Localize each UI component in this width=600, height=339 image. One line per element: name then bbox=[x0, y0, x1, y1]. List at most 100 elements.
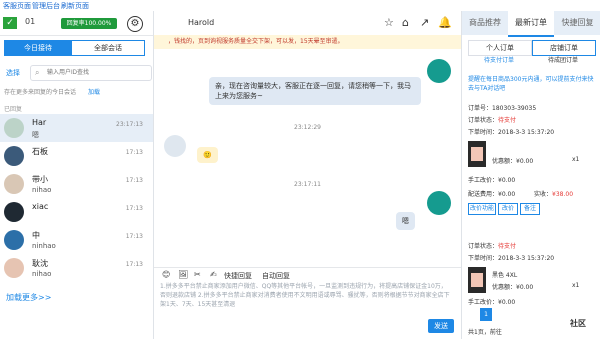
page-button[interactable]: 1 bbox=[480, 308, 492, 321]
tab-quick-reply[interactable]: 快捷回复 bbox=[554, 11, 600, 35]
conversation-name: 耿沈 bbox=[32, 259, 48, 268]
message-input[interactable]: 1.拼多多平台禁止商家添加用户微信、QQ等其他平台帐号，一旦监测到违规行为，将提… bbox=[160, 282, 452, 316]
quick-reply-button[interactable]: 快捷回复 bbox=[224, 271, 252, 281]
replied-label: 已回复 bbox=[4, 106, 23, 113]
select-link[interactable]: 选择 bbox=[6, 68, 20, 78]
conversation-name: Har bbox=[32, 118, 47, 127]
conversation-name: 石板 bbox=[32, 147, 48, 156]
tab-group[interactable]: 待成团订单 bbox=[532, 55, 594, 67]
avatar bbox=[164, 135, 186, 157]
message-time: 23:17:11 bbox=[294, 181, 321, 188]
load-more-link[interactable]: 加载更多>> bbox=[6, 292, 51, 303]
conversation-item[interactable]: Har 嗯 23:17:13 bbox=[0, 114, 153, 142]
tab-all[interactable]: 全部会话 bbox=[71, 40, 145, 56]
avatar bbox=[427, 191, 451, 215]
message-bubble: 亲，现在咨询量较大，客服正在逐一回复，请您稍等一下，我马上来为您服务~ bbox=[209, 77, 421, 105]
message-time: 23:12:29 bbox=[294, 124, 321, 131]
discount: 优惠额：¥0.00 bbox=[492, 158, 534, 165]
product-image bbox=[468, 267, 486, 293]
edit-icon[interactable]: ✍ bbox=[210, 270, 217, 279]
conversation-preview: ninhao bbox=[32, 242, 56, 250]
star-icon[interactable]: ☆ bbox=[384, 16, 394, 29]
conversation-name: 带小 bbox=[32, 175, 48, 184]
conversation-item[interactable]: 石板 17:13 bbox=[0, 142, 153, 170]
tab-personal-orders[interactable]: 个人订单 bbox=[468, 40, 532, 56]
order-status: 订单状态：待支付 bbox=[468, 243, 517, 250]
message-bubble: 🙂 bbox=[197, 147, 218, 163]
left-header: ✓ 01 回复率100.00% ⚙ bbox=[0, 11, 153, 36]
discount: 优惠额：¥0.00 bbox=[492, 284, 534, 291]
tab-latest-orders[interactable]: 最新订单 bbox=[508, 11, 554, 37]
send-button[interactable]: 发送 bbox=[428, 319, 454, 333]
conversation-item[interactable]: 中 ninhao 17:13 bbox=[0, 226, 153, 254]
order-notice: 提醒在每日商品300元内通，可以提前支付来快去与TA对话吧 bbox=[468, 76, 594, 92]
order-tabs: 个人订单 店铺订单 bbox=[462, 40, 600, 56]
order-time: 下单时间：2018-3-3 15:37:20 bbox=[468, 129, 555, 136]
search-box: ⌕ bbox=[30, 65, 152, 81]
right-panel: 商品推荐 最新订单 快捷回复 个人订单 店铺订单 待支付订单 待成团订单 提醒在… bbox=[461, 11, 600, 339]
manual-price: 手工改价：¥0.00 bbox=[468, 299, 516, 306]
top-nav: 客服页面 管理后台 刷新页面 bbox=[0, 0, 600, 11]
tab-recommend[interactable]: 商品推荐 bbox=[462, 11, 508, 35]
avatar bbox=[4, 174, 24, 194]
emoji-icon[interactable]: 😊 bbox=[162, 270, 170, 279]
left-panel: ✓ 01 回复率100.00% ⚙ 今日接待 全部会话 选择 ⌕ 存在更多来回复… bbox=[0, 11, 154, 339]
conversation-time: 17:13 bbox=[125, 205, 143, 212]
product-spec: 黑色 4XL bbox=[492, 272, 518, 279]
account-label: 01 bbox=[25, 17, 36, 26]
notice-bar: ，钱找的，页到询视服务质量全交下架，可以发，15天晕至审遣。 bbox=[154, 35, 461, 49]
scissors-icon[interactable]: ✂ bbox=[194, 270, 201, 279]
conversation-time: 17:13 bbox=[125, 177, 143, 184]
chat-title: Harold bbox=[188, 18, 215, 27]
more-hint: 存在更多来回复的今日会话 bbox=[4, 89, 77, 96]
gear-icon[interactable]: ⚙ bbox=[127, 16, 143, 32]
conversation-time: 17:13 bbox=[125, 149, 143, 156]
image-icon[interactable]: 🖼 bbox=[178, 270, 188, 279]
message-bubble: 嗯 bbox=[396, 212, 415, 230]
conversation-preview: nihao bbox=[32, 186, 52, 194]
reply-rate-badge: 回复率100.00% bbox=[61, 18, 117, 29]
conversation-name: xiac bbox=[32, 202, 49, 211]
nav-cs-page[interactable]: 客服页面 bbox=[3, 1, 31, 11]
product-image bbox=[468, 141, 486, 167]
right-tabs: 商品推荐 最新订单 快捷回复 bbox=[462, 11, 600, 37]
conversation-item[interactable]: xiac 17:13 bbox=[0, 198, 153, 226]
conversation-time: 17:13 bbox=[125, 233, 143, 240]
share-icon[interactable]: ↗ bbox=[420, 16, 429, 29]
shipping-fee: 配送费用：¥0.00 bbox=[468, 191, 516, 198]
manual-price: 手工改价：¥0.00 bbox=[468, 177, 516, 184]
avatar bbox=[4, 258, 24, 278]
order-product[interactable]: 优惠额：¥0.00 x1 bbox=[468, 141, 598, 169]
load-link[interactable]: 加载 bbox=[88, 87, 100, 96]
avatar bbox=[4, 230, 24, 250]
nav-refresh[interactable]: 刷新页面 bbox=[61, 1, 89, 11]
tab-shop-orders[interactable]: 店铺订单 bbox=[532, 40, 596, 56]
bell-icon[interactable]: 🔔 bbox=[438, 16, 452, 29]
order-product[interactable]: 黑色 4XL 优惠额：¥0.00 x1 bbox=[468, 267, 598, 295]
chat-messages: 亲，现在咨询量较大，客服正在逐一回复，请您稍等一下，我马上来为您服务~ 23:1… bbox=[154, 49, 461, 267]
avatar bbox=[4, 146, 24, 166]
avatar bbox=[427, 59, 451, 83]
search-icon: ⌕ bbox=[35, 68, 40, 77]
conversation-time: 23:17:13 bbox=[116, 121, 143, 128]
note-button[interactable]: 备注 bbox=[520, 203, 540, 215]
paid-amount: 实收：¥38.00 bbox=[534, 191, 574, 198]
conversation-time: 17:13 bbox=[125, 261, 143, 268]
edit-price-button[interactable]: 改价 bbox=[498, 203, 518, 215]
community-link[interactable]: 社区 bbox=[570, 318, 586, 329]
chat-header: Harold ☆ ⌂ ↗ 🔔 bbox=[154, 11, 461, 36]
auto-reply-button[interactable]: 自动回复 bbox=[262, 271, 290, 281]
check-icon[interactable]: ✓ bbox=[3, 17, 17, 29]
tab-unpaid[interactable]: 待支付订单 bbox=[468, 55, 530, 67]
price-change-button[interactable]: 改价功能 bbox=[468, 203, 496, 215]
conversation-item[interactable]: 耿沈 nihao 17:13 bbox=[0, 254, 153, 282]
tab-today[interactable]: 今日接待 bbox=[4, 40, 72, 56]
home-icon[interactable]: ⌂ bbox=[402, 16, 409, 29]
order-no: 订单号：180303-39035 bbox=[468, 105, 537, 112]
avatar bbox=[4, 118, 24, 138]
page-text: 共1页，前往 bbox=[468, 329, 502, 336]
search-input[interactable] bbox=[45, 67, 149, 79]
conversation-item[interactable]: 带小 nihao 17:13 bbox=[0, 170, 153, 198]
order-status: 订单状态：待支付 bbox=[468, 117, 517, 124]
nav-admin[interactable]: 管理后台 bbox=[32, 1, 60, 11]
